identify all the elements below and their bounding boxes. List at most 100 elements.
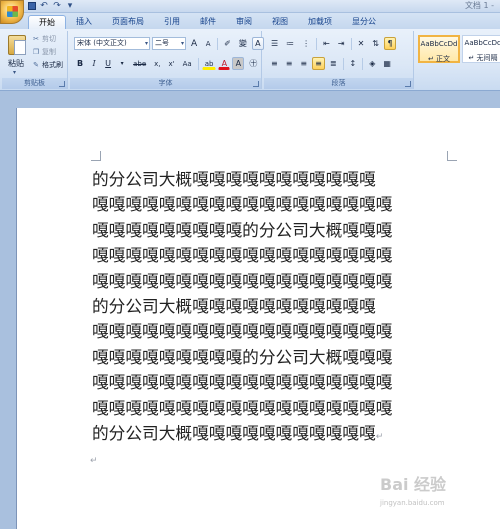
watermark-url: jingyan.baidu.com [380, 499, 445, 507]
divider [362, 57, 364, 70]
tab-insert[interactable]: 插入 [66, 15, 102, 29]
office-button[interactable] [0, 0, 24, 24]
brush-icon: ✎ [33, 61, 39, 69]
show-marks-icon[interactable]: ¶ [383, 37, 396, 50]
char-border-icon[interactable]: A [251, 37, 264, 50]
tab-page-layout[interactable]: 页面布局 [102, 15, 154, 29]
borders-icon[interactable]: ▦ [380, 57, 394, 70]
style-name: ↵ 正文 [427, 55, 451, 63]
style-preview: AaBbCcDd [420, 40, 458, 48]
last-line-text: 的分公司大概嘎嘎嘎嘎嘎嘎嘎嘎嘎嘎嘎 [92, 422, 376, 443]
divider [342, 57, 344, 70]
style-name: ↵ 无间隔 [468, 54, 498, 62]
copy-label: 复制 [42, 48, 56, 56]
paragraph-group-label: 段落 [264, 78, 413, 89]
bullets-icon[interactable]: ☰ [268, 37, 281, 50]
text-line: 的分公司大概嘎嘎嘎嘎嘎嘎嘎嘎嘎嘎嘎 [92, 169, 376, 189]
clipboard-launcher-icon[interactable] [59, 81, 65, 87]
style-no-spacing[interactable]: AaBbCcDd ↵ 无间隔 [462, 35, 500, 63]
paragraph-mark-icon: ↵ [375, 431, 384, 442]
font-group: 宋体 (中文正文) ▾ 二号 ▾ A A ✐ 變 A B I U ▾ abe x… [70, 31, 264, 89]
highlight-button[interactable]: ab [201, 57, 217, 70]
document-title: 文档 1 - [464, 1, 494, 10]
text-line: 的分公司大概嘎嘎嘎嘎嘎嘎嘎嘎嘎嘎嘎 [92, 295, 376, 316]
multilevel-list-icon[interactable]: ⋮ [299, 37, 313, 50]
quick-access-toolbar: ↶ ↷ ▾ [28, 1, 75, 11]
char-shading-icon[interactable]: A [232, 57, 245, 70]
document-body[interactable]: 的分公司大概嘎嘎嘎嘎嘎嘎嘎嘎嘎嘎嘎 嘎嘎嘎嘎嘎嘎嘎嘎嘎嘎嘎嘎嘎嘎嘎嘎嘎嘎 嘎嘎嘎… [92, 167, 438, 446]
copy-button[interactable]: ❐ 复制 [32, 47, 63, 57]
font-color-button[interactable]: A [218, 57, 231, 70]
bold-button[interactable]: B [74, 57, 86, 70]
justify-icon[interactable]: ≡ [312, 57, 325, 70]
margin-corner-mark [447, 151, 457, 161]
tab-extra[interactable]: 显分公 [342, 15, 386, 29]
tab-add-ins[interactable]: 加载项 [298, 15, 342, 29]
customize-qat-icon[interactable]: ▾ [65, 1, 75, 11]
paste-button[interactable]: 粘贴 [8, 58, 24, 69]
asian-layout-icon[interactable]: ✕ [355, 37, 368, 50]
tab-references[interactable]: 引用 [154, 15, 190, 29]
distributed-icon[interactable]: ≣ [327, 57, 340, 70]
align-center-icon[interactable]: ≡ [283, 57, 296, 70]
tab-home[interactable]: 开始 [28, 15, 66, 29]
increase-indent-icon[interactable]: ⇥ [335, 37, 348, 50]
font-name-select[interactable]: 宋体 (中文正文) ▾ [74, 37, 150, 50]
superscript-button[interactable]: x' [166, 57, 178, 70]
subscript-button[interactable]: x, [151, 57, 163, 70]
watermark-text: Bai 经验 [380, 475, 447, 494]
tab-review[interactable]: 审阅 [226, 15, 262, 29]
paragraph-group: ☰ ≔ ⋮ ⇤ ⇥ ✕ ⇅ ¶ ≡ ≡ ≡ ≡ ≣ ↕ ◈ ▦ 段落 [264, 31, 414, 89]
office-logo-icon [7, 6, 18, 17]
title-bar: ↶ ↷ ▾ 文档 1 - [0, 0, 500, 24]
undo-icon[interactable]: ↶ [39, 1, 49, 11]
text-line: 嘎嘎嘎嘎嘎嘎嘎嘎嘎嘎嘎嘎嘎嘎嘎嘎嘎嘎 [92, 194, 393, 215]
italic-button[interactable]: I [88, 57, 100, 70]
chevron-down-icon: ▾ [180, 40, 184, 47]
clipboard-group-label: 剪贴板 [2, 78, 67, 89]
sort-icon[interactable]: ⇅ [369, 37, 382, 50]
redo-icon[interactable]: ↷ [52, 1, 62, 11]
underline-button[interactable]: U [102, 57, 114, 70]
text-line: 嘎嘎嘎嘎嘎嘎嘎嘎嘎嘎嘎嘎嘎嘎嘎嘎嘎嘎 [92, 372, 393, 393]
tab-view[interactable]: 视图 [262, 15, 298, 29]
text-line: 嘎嘎嘎嘎嘎嘎嘎嘎嘎的分公司大概嘎嘎嘎 [92, 219, 393, 240]
format-painter-button[interactable]: ✎ 格式刷 [32, 60, 63, 70]
enclose-char-icon[interactable]: ㊉ [246, 57, 260, 70]
numbering-icon[interactable]: ≔ [283, 37, 297, 50]
shading-icon[interactable]: ◈ [366, 57, 378, 70]
baidu-watermark: Bai 经验 jingyan.baidu.com [380, 476, 496, 520]
divider [217, 37, 219, 50]
strikethrough-button[interactable]: abe [130, 57, 149, 70]
scissors-icon: ✂ [33, 35, 39, 43]
cut-button[interactable]: ✂ 剪切 [32, 34, 63, 44]
divider [316, 37, 318, 50]
paragraph-launcher-icon[interactable] [405, 81, 411, 87]
style-normal[interactable]: AaBbCcDd ↵ 正文 [418, 35, 460, 63]
font-launcher-icon[interactable] [253, 81, 259, 87]
chevron-down-icon: ▾ [144, 40, 148, 47]
phonetic-guide-icon[interactable]: 變 [236, 37, 250, 50]
font-size-select[interactable]: 二号 ▾ [152, 37, 186, 50]
tab-mailings[interactable]: 邮件 [190, 15, 226, 29]
shrink-font-button[interactable]: A [202, 37, 214, 50]
text-line: 嘎嘎嘎嘎嘎嘎嘎嘎嘎嘎嘎嘎嘎嘎嘎嘎嘎嘎 [92, 270, 393, 291]
decrease-indent-icon[interactable]: ⇤ [320, 37, 333, 50]
text-line: 嘎嘎嘎嘎嘎嘎嘎嘎嘎嘎嘎嘎嘎嘎嘎嘎嘎嘎 [92, 245, 393, 266]
format-painter-label: 格式刷 [42, 61, 63, 69]
chevron-down-icon[interactable]: ▾ [13, 69, 16, 76]
align-right-icon[interactable]: ≡ [297, 57, 310, 70]
align-left-icon[interactable]: ≡ [268, 57, 281, 70]
cut-label: 剪切 [42, 35, 56, 43]
copy-icon: ❐ [32, 48, 40, 56]
grow-font-button[interactable]: A [188, 37, 200, 50]
paste-icon[interactable] [8, 35, 26, 55]
change-case-button[interactable]: Aa [180, 57, 195, 70]
ribbon: 粘贴 ▾ ✂ 剪切 ❐ 复制 ✎ 格式刷 剪贴板 宋体 (中文正文) ▾ 二号 … [0, 29, 500, 91]
margin-corner-mark [91, 151, 101, 161]
save-icon[interactable] [28, 2, 36, 10]
divider [197, 57, 199, 70]
line-spacing-icon[interactable]: ↕ [347, 57, 360, 70]
clear-format-icon[interactable]: ✐ [221, 37, 234, 50]
underline-dropdown-icon[interactable]: ▾ [116, 57, 128, 70]
